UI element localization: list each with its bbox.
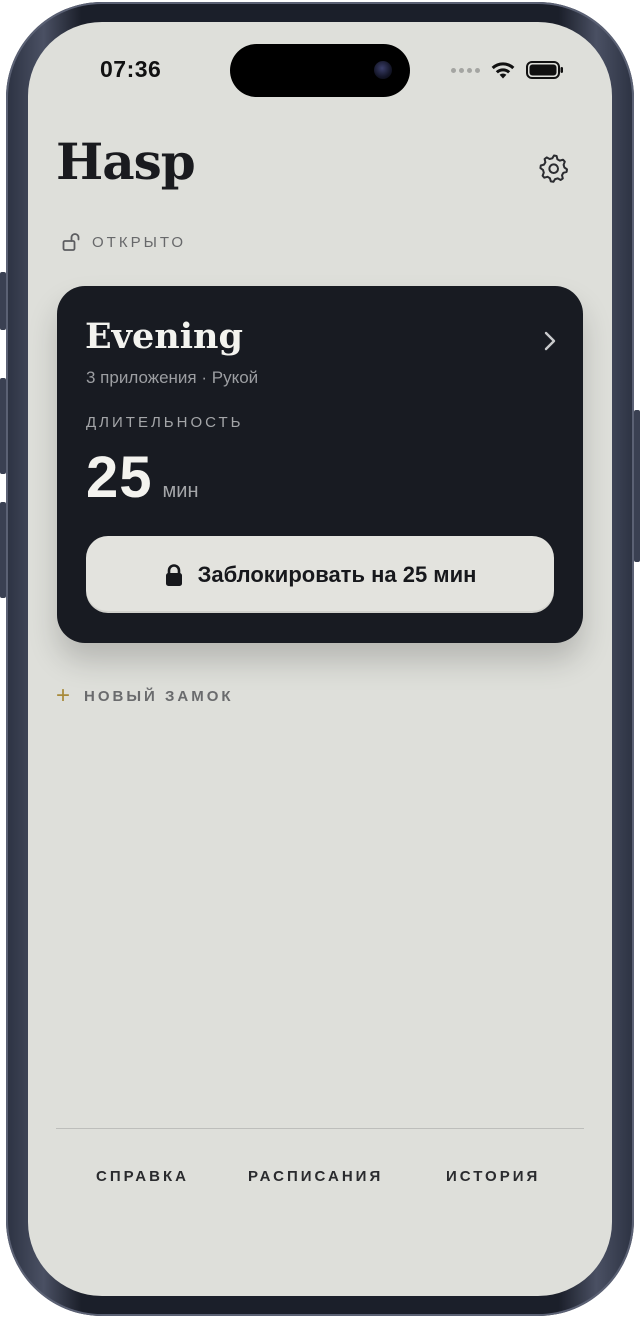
lock-status-label: ОТКРЫТО — [92, 233, 187, 251]
tab-help[interactable]: СПРАВКА — [96, 1168, 189, 1185]
chevron-right-icon — [544, 331, 556, 351]
cellular-signal-icon — [451, 67, 480, 73]
battery-icon — [526, 61, 563, 79]
duration-display: 25 мин — [86, 444, 198, 511]
volume-up-button — [0, 378, 6, 474]
status-time: 07:36 — [100, 56, 162, 82]
lock-now-button-label: Заблокировать на 25 мин — [197, 561, 477, 587]
lock-subtitle: 3 приложения · Рукой — [86, 368, 259, 387]
dynamic-island — [230, 44, 410, 97]
wifi-icon — [491, 62, 515, 79]
volume-down-button — [0, 502, 6, 598]
app-screen: 07:36 Hasp ОТКРЫТО Evening 3 приложения … — [28, 22, 612, 1296]
tabbar-divider — [56, 1128, 584, 1129]
app-title: Hasp — [56, 132, 196, 191]
power-button — [634, 410, 640, 562]
new-lock-label: НОВЫЙ ЗАМОК — [84, 687, 234, 705]
gear-icon — [539, 154, 568, 183]
new-lock-button[interactable]: + НОВЫЙ ЗАМОК — [56, 682, 234, 709]
duration-value: 25 — [86, 445, 153, 510]
action-button — [0, 272, 6, 330]
lock-status: ОТКРЫТО — [62, 232, 186, 252]
lock-now-button[interactable]: Заблокировать на 25 мин — [86, 536, 554, 613]
tab-history[interactable]: ИСТОРИЯ — [446, 1168, 540, 1185]
front-camera-icon — [374, 61, 392, 79]
lock-name: Evening — [85, 316, 243, 357]
status-indicators — [451, 60, 564, 80]
settings-button[interactable] — [538, 152, 570, 184]
bottom-tabbar: СПРАВКА РАСПИСАНИЯ ИСТОРИЯ — [28, 1168, 612, 1198]
lock-card[interactable]: Evening 3 приложения · Рукой ДЛИТЕЛЬНОСТ… — [57, 286, 583, 643]
tab-schedules[interactable]: РАСПИСАНИЯ — [248, 1168, 383, 1185]
plus-icon: + — [56, 682, 71, 709]
duration-unit: мин — [162, 480, 199, 502]
unlocked-padlock-icon — [62, 233, 80, 251]
duration-label: ДЛИТЕЛЬНОСТЬ — [86, 414, 244, 431]
padlock-icon — [165, 563, 182, 586]
